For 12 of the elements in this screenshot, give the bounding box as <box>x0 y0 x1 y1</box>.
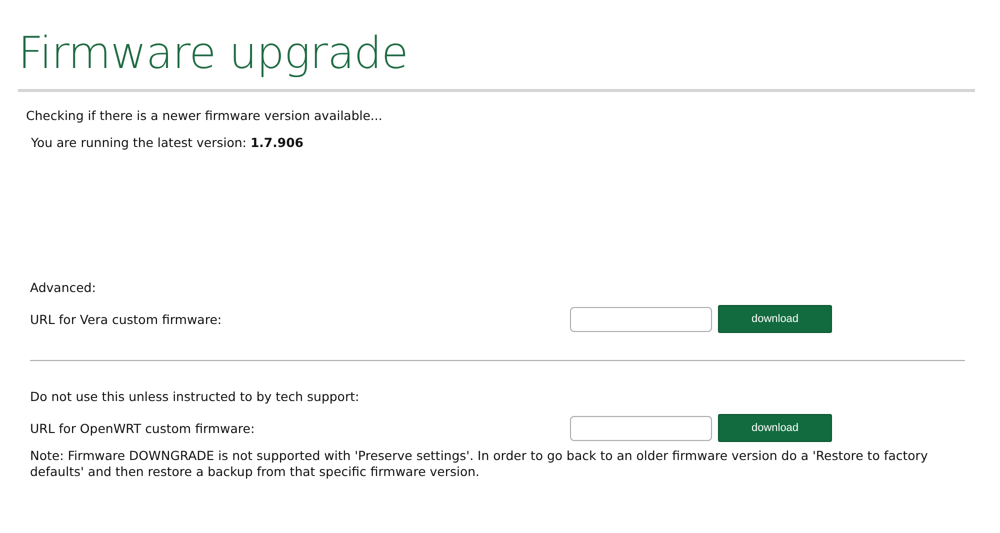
url-input-field[interactable] <box>570 306 712 332</box>
download-button[interactable]: download <box>718 414 832 442</box>
section-heading: Advanced: <box>30 280 97 295</box>
status-text: Checking if there is a newer firmware version available... <box>26 108 384 123</box>
version-text: You are running the latest version: 1.7.906 <box>30 135 304 150</box>
section-heading: Do not use this unless instructed to by tech support: <box>30 389 360 404</box>
field-label: URL for Vera custom firmware: <box>30 312 223 326</box>
note-text: Note: Firmware DOWNGRADE is not supported with 'Preserve settings'. In order to go back to an older firmware version do a 'Restore to factory defaults' and then restore a backup from that specific firmware version. <box>30 448 929 480</box>
page-title: Firmware upgrade <box>18 27 409 81</box>
url-input-field[interactable] <box>570 416 712 440</box>
field-label: URL for OpenWRT custom firmware: <box>30 420 256 436</box>
download-button[interactable]: download <box>718 305 832 333</box>
